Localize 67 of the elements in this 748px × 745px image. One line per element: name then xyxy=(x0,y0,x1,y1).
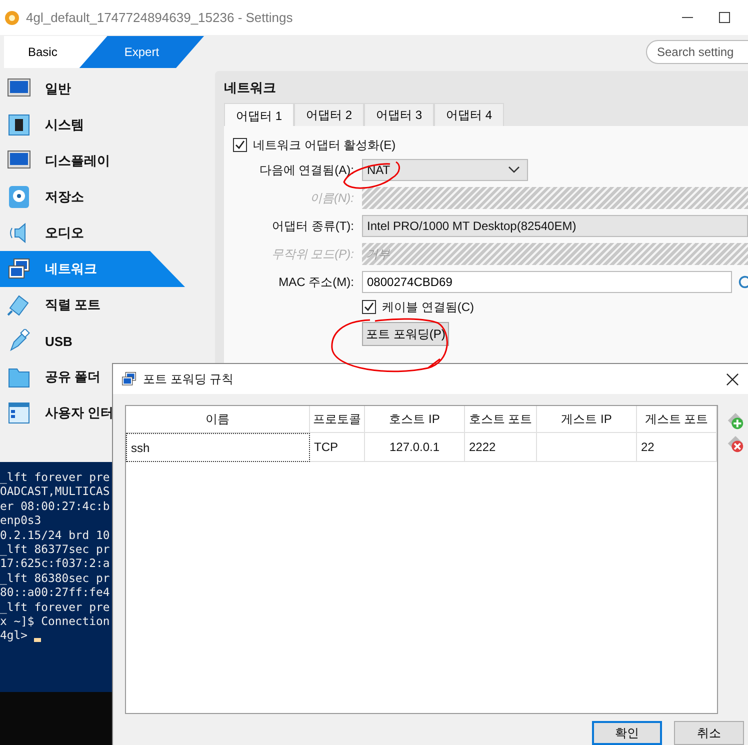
terminal-line: 0.2.15/24 brd 10 xyxy=(0,528,110,542)
terminal-line: 80::a00:27ff:fe4 xyxy=(0,585,110,600)
sidebar-item[interactable]: 오디오 xyxy=(0,215,185,251)
table-cell: 127.0.0.1 xyxy=(365,433,465,462)
field-label: 다음에 연결됨(A): xyxy=(258,162,355,178)
add-rule-icon[interactable] xyxy=(726,412,745,431)
chevron-icon xyxy=(508,166,520,174)
sidebar-item[interactable]: 일반 xyxy=(0,71,185,107)
terminal-line: _lft 86380sec pr xyxy=(0,570,110,586)
sidebar-item[interactable]: 시스템 xyxy=(0,107,185,143)
serial-icon xyxy=(7,293,31,317)
column-header[interactable]: 호스트 포트 xyxy=(465,406,537,433)
terminal-line: _lft 86377sec pr xyxy=(0,542,110,556)
text-cursor xyxy=(34,638,42,642)
network-icon xyxy=(7,257,31,281)
section-title: 네트워크 xyxy=(224,79,277,97)
port-forwarding-button[interactable]: 포트 포워딩(P) xyxy=(362,322,450,346)
usb-icon xyxy=(7,329,31,353)
network-icon xyxy=(121,371,137,387)
mac-address-field[interactable]: 0800274CBD69 xyxy=(362,271,732,293)
dialog-title: 포트 포워딩 규칙 xyxy=(143,370,234,388)
terminal-line: 17:625c:f037:2:a xyxy=(0,556,110,571)
close-icon[interactable] xyxy=(726,372,739,386)
dropdown[interactable]: NAT xyxy=(362,159,528,181)
terminal-line: er 08:00:27:4c:b xyxy=(0,498,110,514)
sidebar-item[interactable]: USB xyxy=(0,323,185,359)
table-cell: ssh xyxy=(126,433,310,462)
adapter-tab[interactable]: 어댑터 2 xyxy=(294,103,364,126)
terminal-line: _lft forever pre xyxy=(0,470,110,484)
terminal-line: x ~]$ Connection xyxy=(0,614,110,628)
field-label: 무작위 모드(P): xyxy=(270,246,355,262)
adapter-tab[interactable]: 어댑터 3 xyxy=(364,103,434,126)
checkbox-label: 네트워크 어댑터 활성화(E) xyxy=(253,136,396,154)
terminal-line: 4gl> xyxy=(0,628,28,643)
checkbox[interactable] xyxy=(362,300,376,314)
sidebar-item[interactable]: 직렬 포트 xyxy=(0,287,185,323)
refresh-icon[interactable] xyxy=(738,275,748,289)
field-label: 어댑터 종류(T): xyxy=(271,218,355,234)
column-header[interactable]: 이름 xyxy=(126,406,310,433)
sidebar-item[interactable]: 저장소 xyxy=(0,179,185,215)
ui-icon xyxy=(7,401,31,425)
checkbox[interactable] xyxy=(233,138,247,152)
table-cell: 22 xyxy=(637,433,717,462)
adapter-tab[interactable]: 어댑터 1 xyxy=(224,103,294,126)
maximize-icon[interactable] xyxy=(719,12,730,23)
remove-rule-icon[interactable] xyxy=(726,435,745,454)
table-cell: TCP xyxy=(310,433,365,462)
field-label: MAC 주소(M): xyxy=(278,274,355,290)
field-label: 이름(N): xyxy=(309,190,355,206)
chip-icon xyxy=(7,113,31,137)
search-field[interactable]: Search setting xyxy=(646,40,748,64)
checkbox-label: 케이블 연결됨(C) xyxy=(382,298,474,316)
column-header[interactable]: 게스트 포트 xyxy=(637,406,717,433)
adapter-tab[interactable]: 어댑터 4 xyxy=(434,103,504,126)
sidebar-item[interactable]: 네트워크 xyxy=(0,251,185,287)
column-header[interactable]: 호스트 IP xyxy=(365,406,465,433)
dropdown[interactable]: Intel PRO/1000 MT Desktop(82540EM) xyxy=(362,215,748,237)
column-header[interactable]: 프로토콜 xyxy=(310,406,365,433)
terminal-line: enp0s3 xyxy=(0,513,42,528)
sidebar-item[interactable]: 디스플레이 xyxy=(0,143,185,179)
column-header[interactable]: 게스트 IP xyxy=(537,406,637,433)
table-cell: 2222 xyxy=(465,433,537,462)
terminal-line: _lft forever pre xyxy=(0,600,110,614)
terminal-line: OADCAST,MULTICAS xyxy=(0,484,110,499)
window-title: 4gl_default_1747724894639_15236 - Settings xyxy=(26,10,293,25)
dialog-button[interactable]: 확인 xyxy=(592,721,662,745)
dialog-button[interactable]: 취소 xyxy=(674,721,744,745)
